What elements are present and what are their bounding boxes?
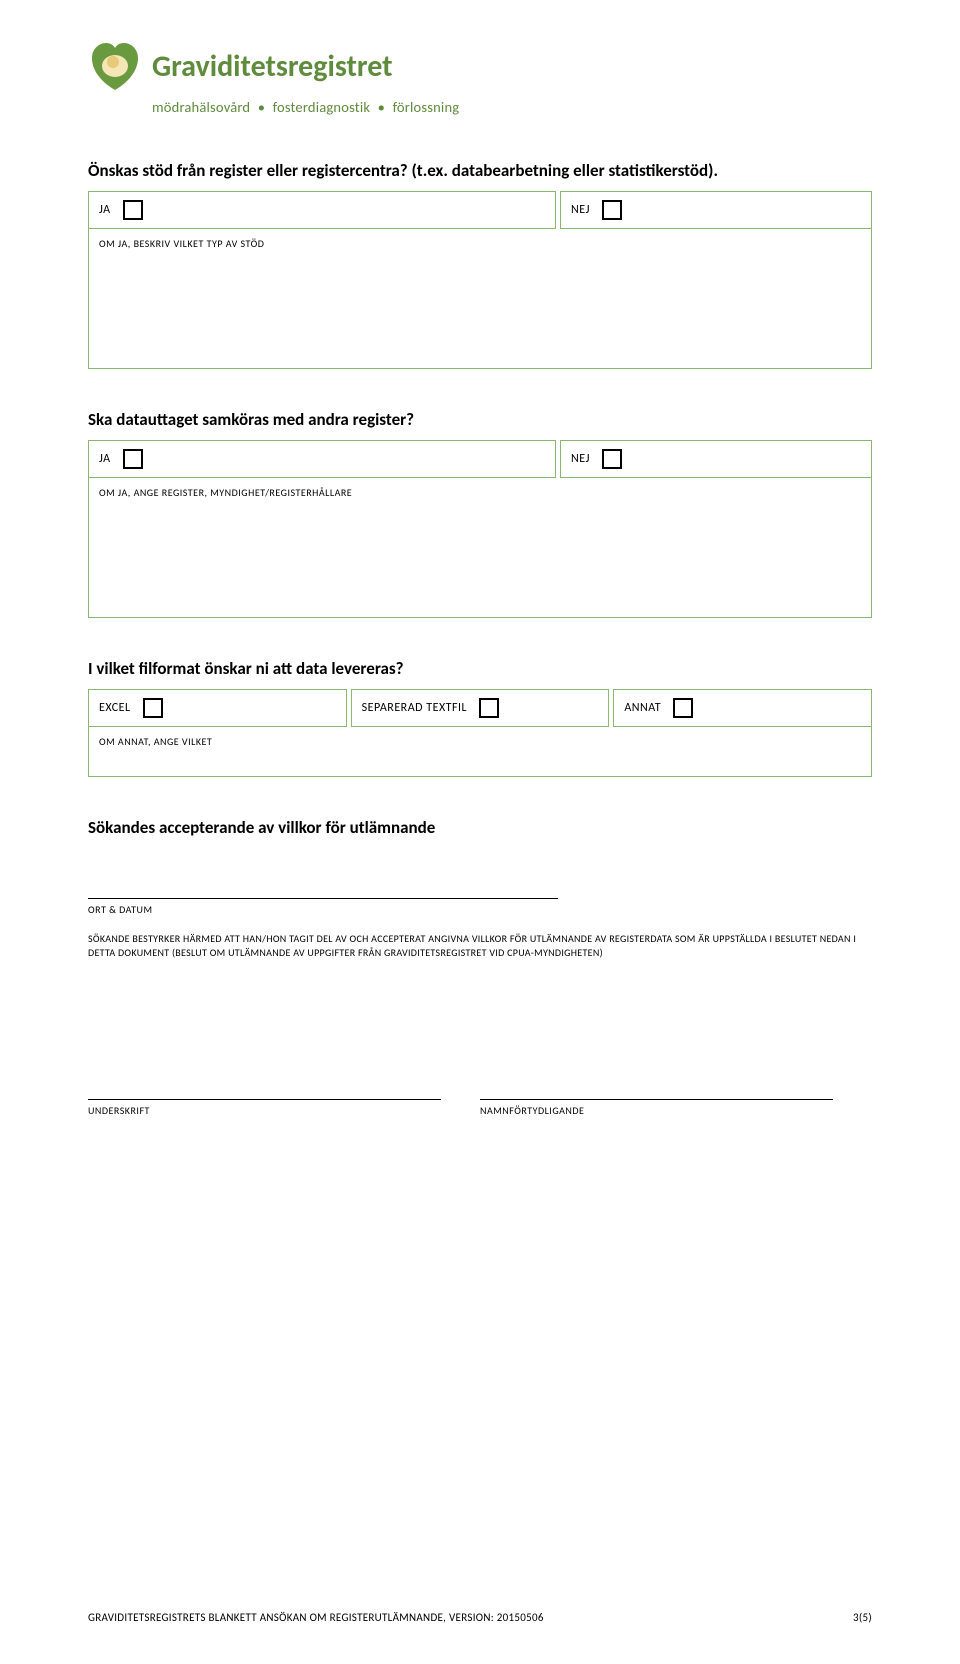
underskrift-label: UNDERSKRIFT <box>88 1104 480 1117</box>
samkoras-yes-checkbox[interactable] <box>123 449 143 469</box>
support-no-cell: NEJ <box>560 191 872 229</box>
textfil-label: SEPARERAD TEXTFIL <box>362 701 467 715</box>
namn-col: NAMNFÖRTYDLIGANDE <box>480 1099 872 1117</box>
question-filformat-heading: I vilket filformat önskar ni att data le… <box>88 658 872 679</box>
filformat-row: EXCEL SEPARERAD TEXTFIL ANNAT <box>88 689 872 727</box>
filformat-annat-cell: ANNAT <box>613 689 872 727</box>
samkoras-no-checkbox[interactable] <box>602 449 622 469</box>
filformat-textfil-cell: SEPARERAD TEXTFIL <box>351 689 610 727</box>
samkoras-describe-label: OM JA, ANGE REGISTER, MYNDIGHET/REGISTER… <box>99 486 352 499</box>
support-describe-label: OM JA, BESKRIV VILKET TYP AV STÖD <box>99 237 264 250</box>
question-support-heading: Önskas stöd från register eller register… <box>88 160 872 181</box>
support-yes-checkbox[interactable] <box>123 200 143 220</box>
excel-label: EXCEL <box>99 701 131 715</box>
no-label: NEJ <box>571 452 590 466</box>
support-yes-cell: JA <box>88 191 556 229</box>
logo-tagline: mödrahälsovård • fosterdiagnostik • förl… <box>152 98 872 116</box>
support-yesno-row: JA NEJ <box>88 191 872 229</box>
disclaimer-text: SÖKANDE BESTYRKER HÄRMED ATT HAN/HON TAG… <box>88 932 872 959</box>
page-footer: GRAVIDITETSREGISTRETS BLANKETT ANSÖKAN O… <box>88 1611 872 1624</box>
yes-label: JA <box>99 452 111 466</box>
namn-line[interactable] <box>480 1099 833 1100</box>
logo-title: Graviditetsregistret <box>152 52 393 82</box>
question-samkoras-heading: Ska datauttaget samköras med andra regis… <box>88 409 872 430</box>
annat-label: ANNAT <box>624 701 661 715</box>
samkoras-yes-cell: JA <box>88 440 556 478</box>
samkoras-describe-box[interactable]: OM JA, ANGE REGISTER, MYNDIGHET/REGISTER… <box>88 478 872 618</box>
filformat-excel-cell: EXCEL <box>88 689 347 727</box>
bullet-icon: • <box>258 98 265 116</box>
support-describe-box[interactable]: OM JA, BESKRIV VILKET TYP AV STÖD <box>88 229 872 369</box>
logo-icon <box>88 40 142 94</box>
footer-pagenum: 3(5) <box>853 1611 872 1624</box>
filformat-excel-checkbox[interactable] <box>143 698 163 718</box>
logo-block: Graviditetsregistret <box>88 40 872 94</box>
namn-label: NAMNFÖRTYDLIGANDE <box>480 1104 872 1117</box>
ort-datum-label: ORT & DATUM <box>88 903 872 916</box>
underskrift-line[interactable] <box>88 1099 441 1100</box>
acceptance-heading: Sökandes accepterande av villkor för utl… <box>88 817 872 838</box>
tagline-part: fosterdiagnostik <box>273 98 371 116</box>
footer-version: GRAVIDITETSREGISTRETS BLANKETT ANSÖKAN O… <box>88 1611 544 1624</box>
filformat-describe-label: OM ANNAT, ANGE VILKET <box>99 735 212 748</box>
bullet-icon: • <box>378 98 385 116</box>
no-label: NEJ <box>571 203 590 217</box>
ort-datum-line[interactable] <box>88 898 558 899</box>
tagline-part: mödrahälsovård <box>152 98 250 116</box>
underskrift-col: UNDERSKRIFT <box>88 1099 480 1117</box>
tagline-part: förlossning <box>393 98 460 116</box>
signature-row: UNDERSKRIFT NAMNFÖRTYDLIGANDE <box>88 1099 872 1117</box>
filformat-annat-checkbox[interactable] <box>673 698 693 718</box>
samkoras-no-cell: NEJ <box>560 440 872 478</box>
filformat-textfil-checkbox[interactable] <box>479 698 499 718</box>
samkoras-yesno-row: JA NEJ <box>88 440 872 478</box>
filformat-describe-box[interactable]: OM ANNAT, ANGE VILKET <box>88 727 872 777</box>
yes-label: JA <box>99 203 111 217</box>
support-no-checkbox[interactable] <box>602 200 622 220</box>
